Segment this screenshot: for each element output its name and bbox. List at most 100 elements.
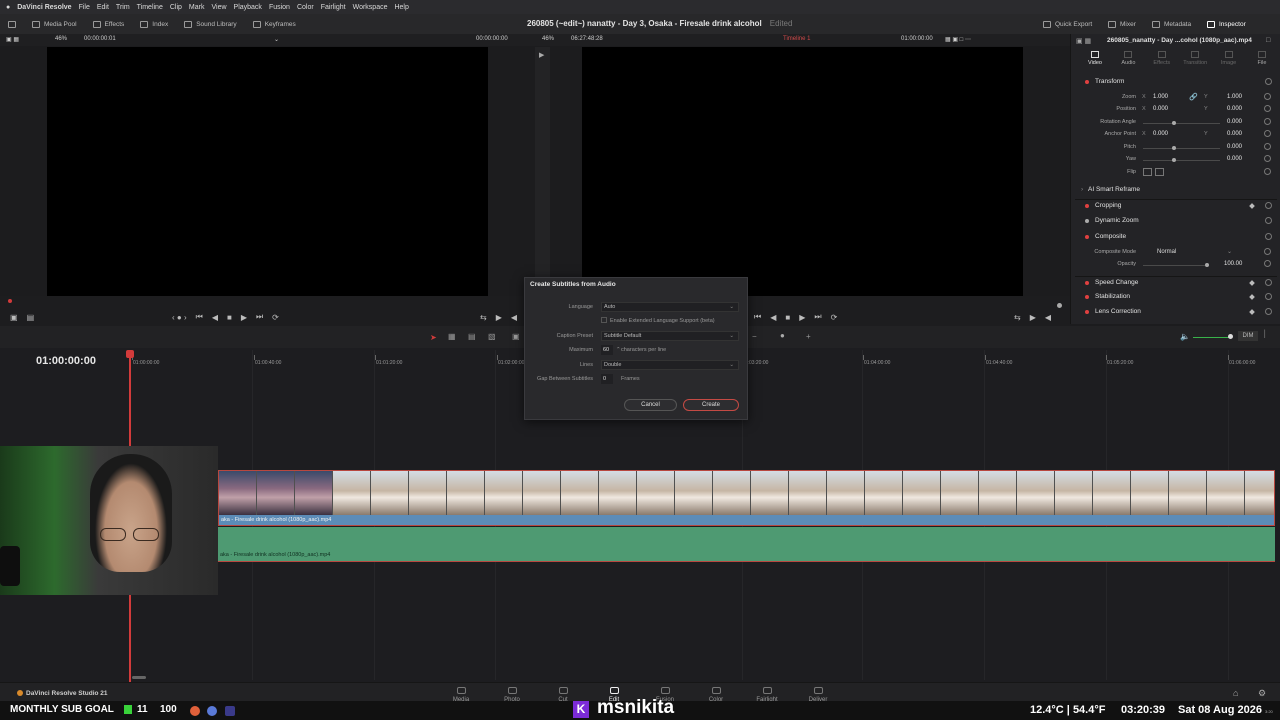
tab-audio[interactable]: Audio (1114, 51, 1142, 71)
tray-app-icon[interactable] (190, 706, 200, 716)
reset-stabilization-icon[interactable] (1265, 293, 1272, 300)
section-cropping[interactable]: Cropping (1075, 199, 1277, 213)
menu-trim[interactable]: Trim (116, 4, 130, 11)
lens-keyframe-icon[interactable] (1249, 309, 1255, 315)
lens-dot-icon[interactable] (1085, 310, 1089, 314)
menu-fairlight[interactable]: Fairlight (321, 4, 346, 11)
viewer-options-icon[interactable]: ▦ ▣ □ ⋯ (945, 36, 971, 43)
loop-icon[interactable]: ⟳ (272, 313, 279, 322)
reset-opacity-icon[interactable] (1264, 260, 1271, 267)
menu-view[interactable]: View (211, 4, 226, 11)
metadata-button[interactable]: Metadata (1152, 14, 1191, 34)
prg-match-frame-icon[interactable]: ⇆ (1014, 313, 1021, 322)
source-scrubber[interactable] (8, 299, 12, 303)
yaw-value[interactable]: 0.000 (1227, 156, 1242, 162)
jog-icon[interactable]: ‹ ● › (172, 313, 187, 322)
reset-yaw-icon[interactable] (1264, 155, 1271, 162)
flip-horizontal-icon[interactable] (1143, 168, 1152, 176)
link-icon[interactable]: 🔗 (1189, 93, 1198, 101)
prg-stop-icon[interactable]: ■ (785, 313, 790, 322)
viewer-mode-icon[interactable]: ▣ ▦ (6, 36, 19, 43)
position-x-value[interactable]: 0.000 (1153, 106, 1168, 112)
mark-in-icon[interactable]: ▶ (496, 313, 502, 322)
zoom-out-icon[interactable]: − (752, 332, 757, 341)
menu-file[interactable]: File (79, 4, 90, 11)
reset-cropping-icon[interactable] (1265, 202, 1272, 209)
tab-image[interactable]: Image (1215, 51, 1243, 71)
apple-icon[interactable]: ● (6, 4, 10, 11)
reset-pitch-icon[interactable] (1264, 143, 1271, 150)
prg-mark-in-icon[interactable]: ▶ (1030, 313, 1036, 322)
program-scrubber[interactable] (1057, 303, 1062, 308)
tray-app-icon[interactable] (225, 706, 235, 716)
inspector-expand-icon[interactable]: □ (1266, 37, 1270, 44)
reset-speed-icon[interactable] (1265, 279, 1272, 286)
zoom-in-icon[interactable]: + (806, 332, 811, 341)
inspector-button[interactable]: Inspector (1207, 14, 1246, 34)
pitch-value[interactable]: 0.000 (1227, 144, 1242, 150)
section-transform[interactable]: Transform (1075, 76, 1277, 90)
cancel-button[interactable]: Cancel (624, 399, 677, 411)
media-pool-button[interactable]: Media Pool (24, 14, 85, 34)
match-frame-icon[interactable]: ⇆ (480, 313, 487, 322)
position-y-value[interactable]: 0.000 (1227, 106, 1242, 112)
volume-knob[interactable] (1228, 334, 1233, 339)
keyframe-icon[interactable] (1249, 203, 1255, 209)
menu-clip[interactable]: Clip (170, 4, 182, 11)
menu-color[interactable]: Color (297, 4, 314, 11)
dynamic-zoom-dot-icon[interactable] (1085, 219, 1089, 223)
rotation-value[interactable]: 0.000 (1227, 119, 1242, 125)
home-icon[interactable]: ⌂ (1233, 688, 1238, 698)
menu-mark[interactable]: Mark (189, 4, 205, 11)
section-speed-change[interactable]: Speed Change (1075, 276, 1277, 290)
pitch-slider[interactable] (1143, 148, 1220, 149)
timeline-name[interactable]: Timeline 1 (783, 36, 810, 42)
dynamic-trim-icon[interactable]: ▤ (468, 332, 476, 341)
cropping-dot-icon[interactable] (1085, 204, 1089, 208)
program-viewer[interactable] (582, 47, 1023, 296)
speaker-icon[interactable]: 🔈 (1180, 332, 1190, 341)
pitch-slider-knob[interactable] (1172, 146, 1176, 150)
inspector-layout-icon[interactable]: ▣ ▦ (1076, 37, 1091, 45)
tab-video[interactable]: Video (1081, 51, 1109, 71)
flip-vertical-icon[interactable] (1155, 168, 1164, 176)
reset-rotation-icon[interactable] (1264, 118, 1271, 125)
reset-dynamic-zoom-icon[interactable] (1265, 217, 1272, 224)
section-lens-correction[interactable]: Lens Correction (1075, 306, 1277, 320)
menu-help[interactable]: Help (394, 4, 408, 11)
source-zoom[interactable]: 46% (55, 36, 67, 42)
audio-clip[interactable]: aka - Firesale drink alcohol (1080p_aac)… (218, 527, 1275, 562)
lines-select[interactable]: Double ⌄ (601, 360, 739, 370)
menu-timeline[interactable]: Timeline (137, 4, 163, 11)
yaw-slider[interactable] (1143, 160, 1220, 161)
trim-tool-icon[interactable]: ▦ (448, 332, 456, 341)
stop-icon[interactable]: ■ (227, 313, 232, 322)
play-icon[interactable]: ▶ (241, 313, 247, 322)
effects-button[interactable]: Effects (85, 14, 133, 34)
tab-file[interactable]: File (1248, 51, 1276, 71)
prg-play-reverse-icon[interactable]: ◀ (770, 313, 776, 322)
timeline-menu-icon[interactable]: │ (1263, 331, 1267, 338)
prg-play-icon[interactable]: ▶ (799, 313, 805, 322)
section-smart-reframe[interactable]: › AI Smart Reframe (1075, 184, 1277, 198)
menu-playback[interactable]: Playback (234, 4, 262, 11)
language-select[interactable]: Auto ⌄ (601, 302, 739, 312)
opacity-slider-knob[interactable] (1205, 263, 1209, 267)
play-reverse-icon[interactable]: ◀ (212, 313, 218, 322)
composite-dot-icon[interactable] (1085, 235, 1089, 239)
gap-input[interactable]: 0 (601, 374, 613, 384)
timeline-timecode[interactable]: 01:00:00:00 (36, 355, 96, 367)
yaw-slider-knob[interactable] (1172, 158, 1176, 162)
tray-app-icon[interactable] (207, 706, 217, 716)
menu-fusion[interactable]: Fusion (269, 4, 290, 11)
rotation-slider-knob[interactable] (1172, 121, 1176, 125)
stepper-icon[interactable]: ⌃ (616, 347, 621, 353)
prg-loop-icon[interactable]: ⟳ (831, 313, 838, 322)
menu-app-name[interactable]: DaVinci Resolve (17, 4, 71, 11)
reset-icon[interactable] (1265, 78, 1272, 85)
settings-gear-icon[interactable]: ⚙ (1258, 688, 1266, 699)
menu-edit[interactable]: Edit (97, 4, 109, 11)
section-composite[interactable]: Composite (1075, 231, 1277, 245)
tab-effects[interactable]: Effects (1148, 51, 1176, 71)
menu-workspace[interactable]: Workspace (353, 4, 388, 11)
